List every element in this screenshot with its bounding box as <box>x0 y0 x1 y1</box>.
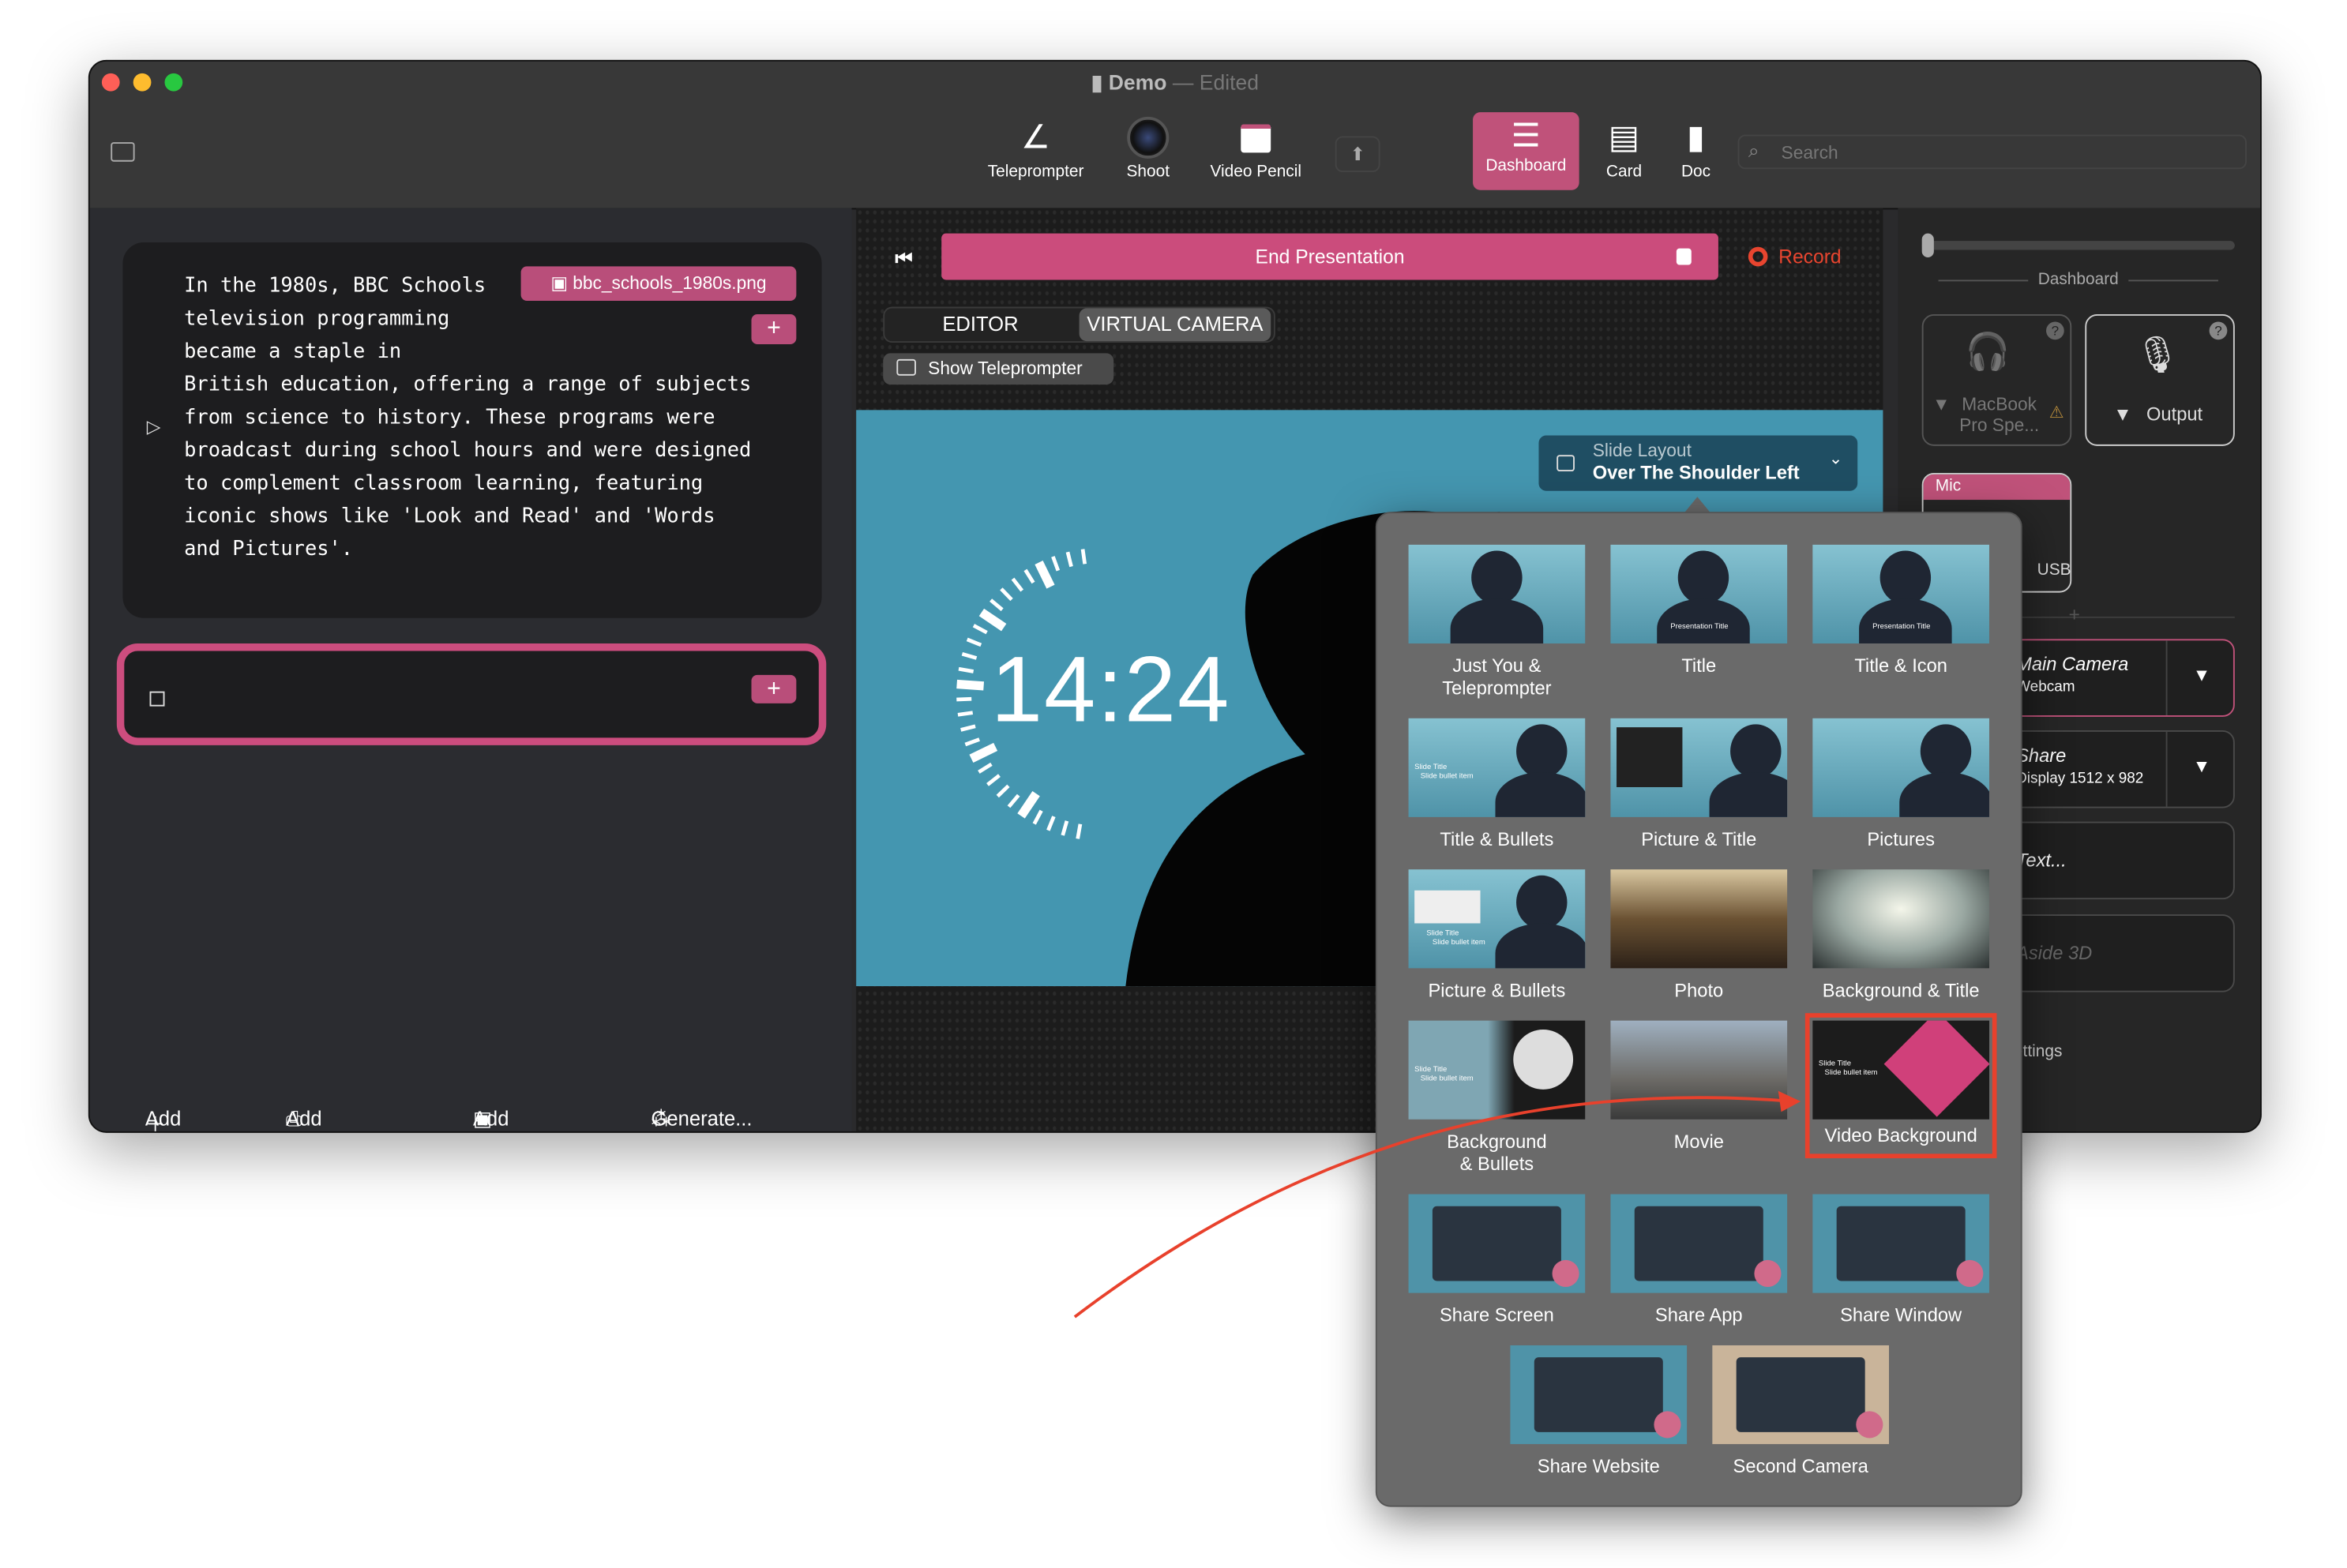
stage: ▮ Demo — Edited ∠ Teleprompter Shoot Vide… <box>0 0 2347 1568</box>
annotation-layer <box>1073 1090 1801 1319</box>
annotation-arrow <box>1073 1096 1793 1319</box>
annotation-arrowhead <box>1778 1090 1801 1112</box>
